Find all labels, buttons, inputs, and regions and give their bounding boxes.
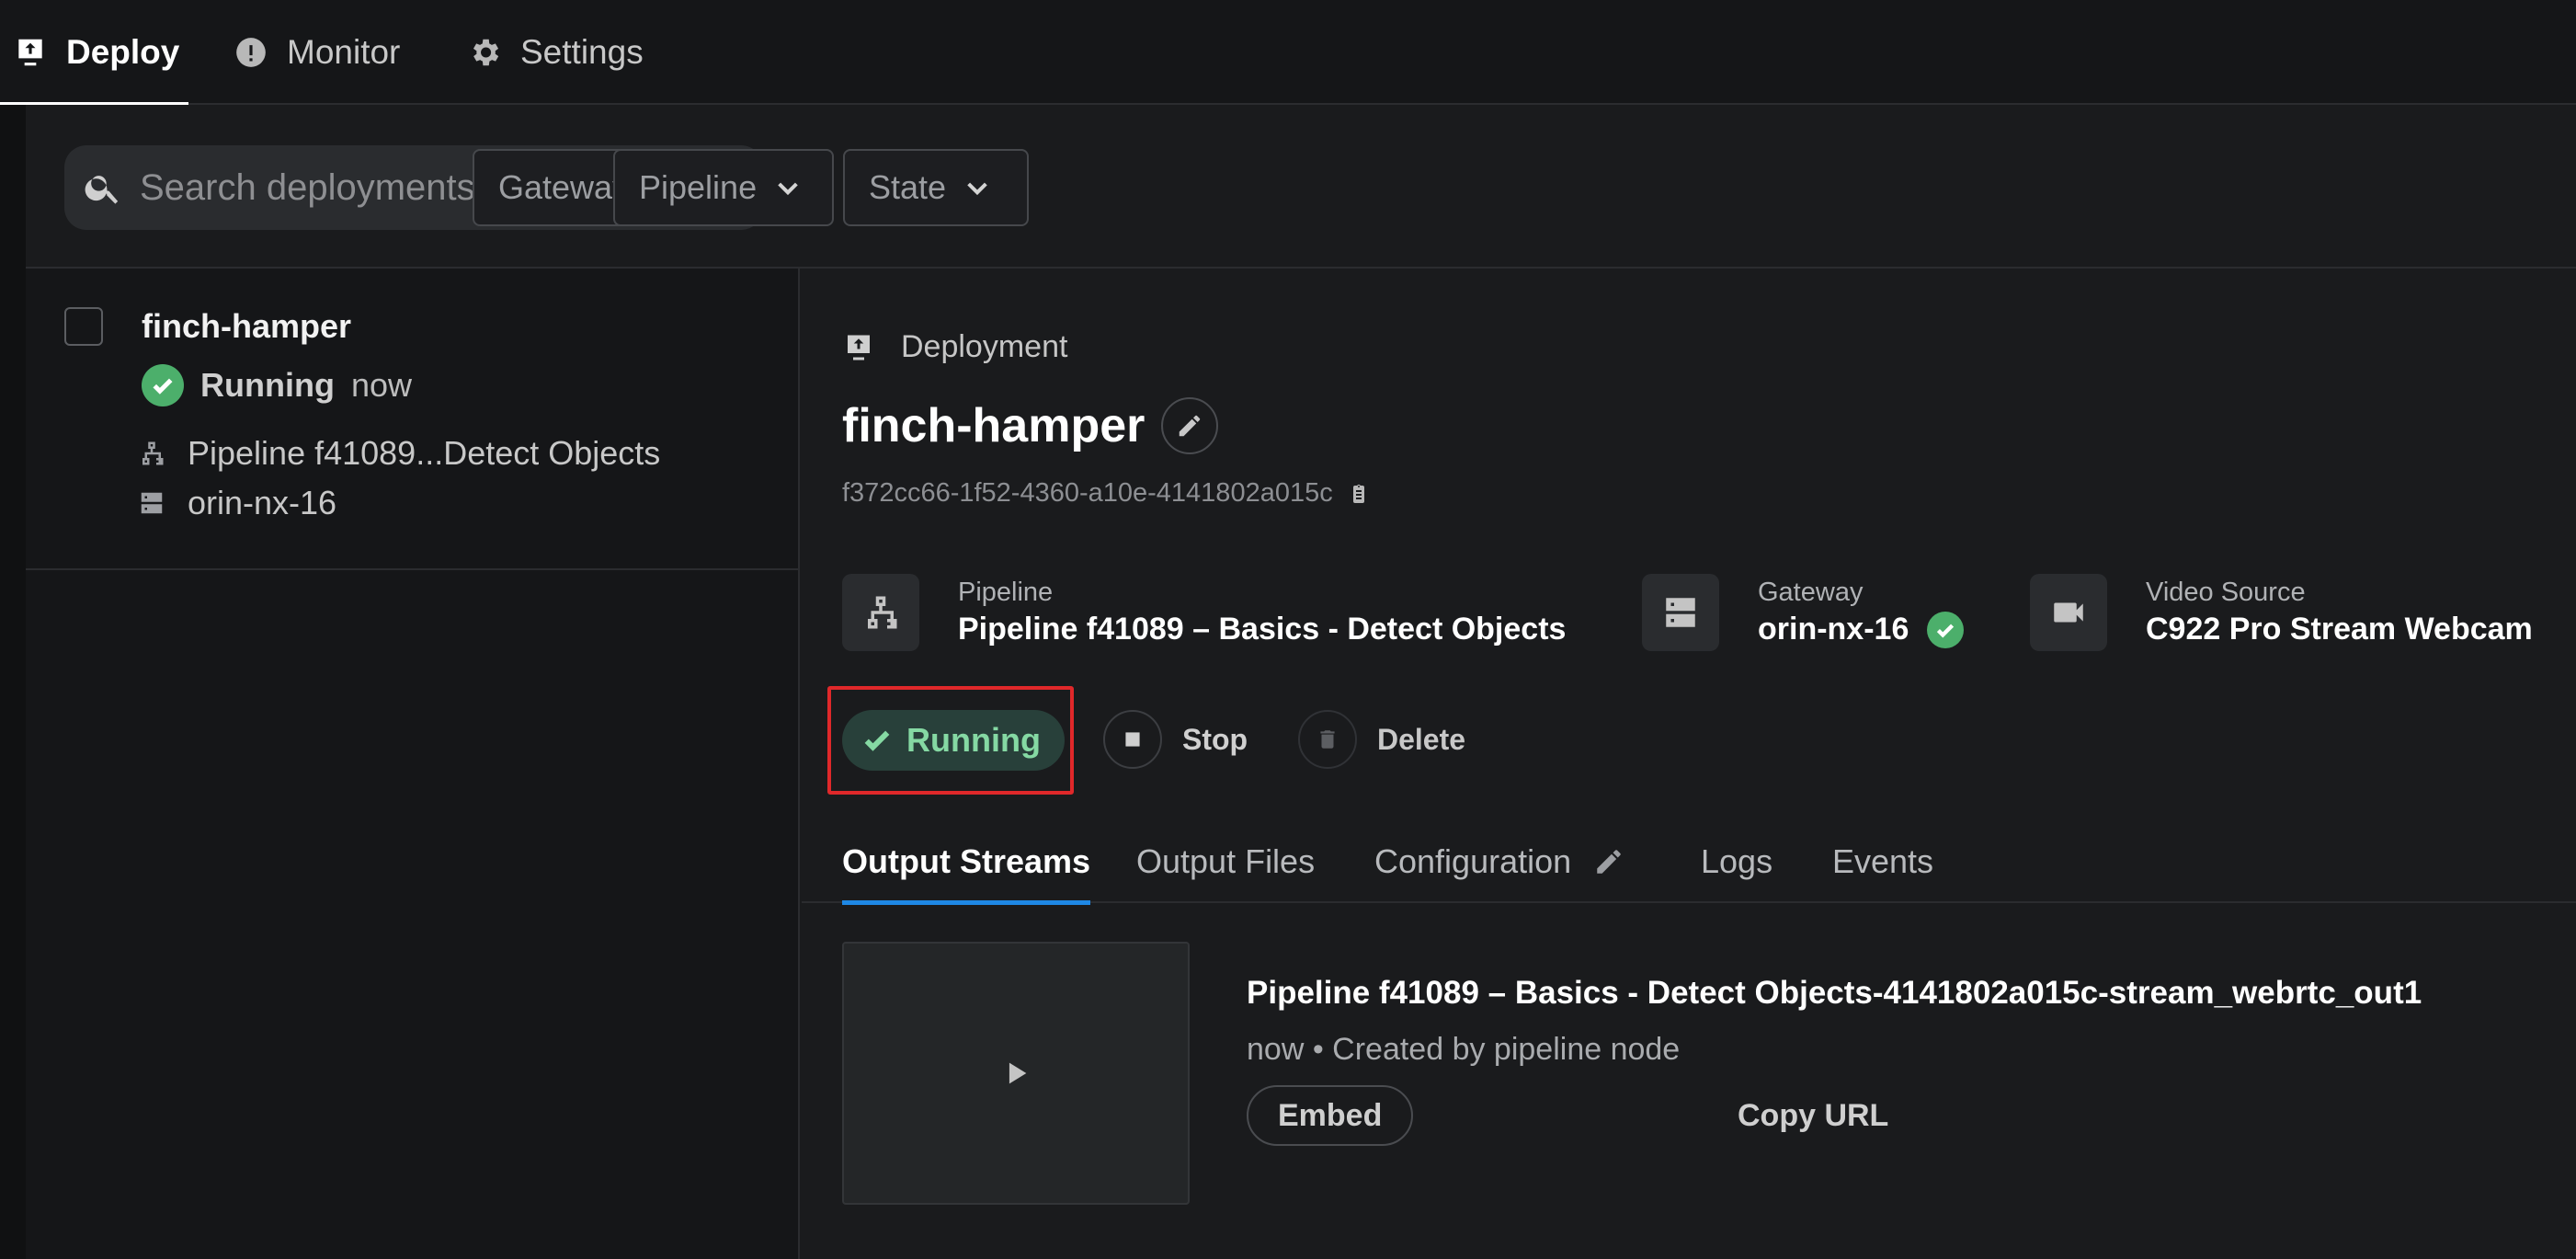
detail-tabs: Output Streams Output Files Configuratio… xyxy=(802,820,2576,905)
trash-icon xyxy=(1298,710,1357,769)
status-text: Running xyxy=(200,366,335,404)
chevron-down-icon xyxy=(967,182,987,196)
top-navigation: Deploy Monitor Settings xyxy=(0,0,2576,107)
status-badge-text: Running xyxy=(906,721,1041,759)
check-circle-icon xyxy=(142,364,184,406)
edit-name-button[interactable] xyxy=(1161,397,1219,454)
chevron-down-icon xyxy=(778,182,798,196)
gateway-value-row: orin-nx-16 xyxy=(1758,611,1965,648)
list-item[interactable]: finch-hamper Running now Pipeline f41089… xyxy=(26,269,800,570)
video-camera-icon xyxy=(2054,602,2083,623)
video-source-value: C922 Pro Stream Webcam xyxy=(2146,612,2533,647)
gateway-text: Gateway orin-nx-16 xyxy=(1758,577,1965,648)
nav-tab-label: Settings xyxy=(520,33,644,71)
gateway-info[interactable]: Gateway orin-nx-16 xyxy=(1642,574,1965,651)
tab-logs[interactable]: Logs xyxy=(1701,820,1772,903)
nav-tab-deploy[interactable]: Deploy xyxy=(0,0,189,107)
pipeline-filter-dropdown[interactable]: Pipeline xyxy=(613,149,834,226)
tab-output-streams[interactable]: Output Streams xyxy=(842,820,1091,905)
tab-events[interactable]: Events xyxy=(1832,820,1933,903)
video-source-label: Video Source xyxy=(2146,578,2306,607)
video-source-info[interactable]: Video Source C922 Pro Stream Webcam xyxy=(2030,574,2533,651)
search-icon xyxy=(85,176,119,204)
tab-label: Output Streams xyxy=(842,842,1091,880)
pipeline-filter-label: Pipeline xyxy=(639,168,758,206)
breadcrumb: Deployment xyxy=(842,329,1067,365)
pipeline-icon xyxy=(868,596,897,629)
stream-subtitle: now • Created by pipeline node xyxy=(1247,1032,1681,1067)
camera-icon-box xyxy=(2030,574,2107,651)
delete-label: Delete xyxy=(1377,722,1466,756)
gateway-name: orin-nx-16 xyxy=(188,484,337,521)
delete-button[interactable]: Delete xyxy=(1298,710,1465,769)
nav-tab-monitor[interactable]: Monitor xyxy=(234,0,400,105)
tab-label: Logs xyxy=(1701,842,1773,880)
copy-url-button[interactable]: Copy URL xyxy=(1738,1085,1888,1146)
pencil-icon xyxy=(1597,850,1621,874)
pipeline-label: Pipeline xyxy=(958,578,1054,607)
gateway-label: Gateway xyxy=(1758,577,1864,607)
copy-clipboard-icon[interactable] xyxy=(1348,483,1370,505)
pipeline-value: Pipeline f41089 – Basics - Detect Object… xyxy=(958,612,1567,647)
deployment-status: Running now xyxy=(142,364,412,406)
gear-icon xyxy=(473,39,499,66)
deployment-detail: Deployment finch-hamper f372cc66-1f52-43… xyxy=(802,269,2576,1259)
filter-bar: Gateway Pipeline State xyxy=(26,105,2576,269)
state-filter-dropdown[interactable]: State xyxy=(843,149,1029,226)
stop-icon xyxy=(1103,710,1162,769)
gateway-value: orin-nx-16 xyxy=(1758,612,1909,647)
page-title: finch-hamper xyxy=(842,397,1219,454)
pipeline-text: Pipeline Pipeline f41089 – Basics - Dete… xyxy=(958,578,1566,647)
left-edge-strip xyxy=(0,105,26,1259)
stream-title: Pipeline f41089 – Basics - Detect Object… xyxy=(1247,975,2422,1011)
deployment-list: finch-hamper Running now Pipeline f41089… xyxy=(26,269,800,1259)
state-filter-label: State xyxy=(869,168,947,206)
play-icon xyxy=(1009,1062,1027,1084)
deployment-id-text: f372cc66-1f52-4360-a10e-4141802a015c xyxy=(842,478,1333,508)
check-icon xyxy=(864,730,890,751)
gateway-filter-label: Gateway xyxy=(498,168,630,206)
server-icon xyxy=(141,492,163,514)
status-time: now xyxy=(350,366,412,404)
stop-label: Stop xyxy=(1182,722,1248,756)
pipeline-info[interactable]: Pipeline Pipeline f41089 – Basics - Dete… xyxy=(842,574,1566,651)
pipeline-icon xyxy=(142,441,164,465)
check-circle-icon xyxy=(1927,611,1965,648)
pipeline-name: Pipeline f41089...Detect Objects xyxy=(188,434,661,472)
stream-preview[interactable] xyxy=(842,942,1190,1205)
nav-tab-label: Monitor xyxy=(287,33,401,71)
gateway-meta: orin-nx-16 xyxy=(138,484,336,522)
tab-label: Output Files xyxy=(1136,842,1316,880)
nav-tab-settings[interactable]: Settings xyxy=(467,0,644,105)
select-checkbox[interactable] xyxy=(64,307,103,346)
pencil-icon xyxy=(1180,415,1201,437)
status-badge: Running xyxy=(842,710,1065,771)
stop-button[interactable]: Stop xyxy=(1103,710,1248,769)
alert-circle-icon xyxy=(236,38,266,67)
breadcrumb-label: Deployment xyxy=(901,329,1068,364)
deployment-title: finch-hamper xyxy=(842,399,1146,452)
nav-tab-label: Deploy xyxy=(66,33,180,71)
tab-output-files[interactable]: Output Files xyxy=(1136,820,1315,903)
deploy-icon xyxy=(18,39,42,66)
server-icon-box xyxy=(1642,574,1719,651)
embed-button[interactable]: Embed xyxy=(1247,1085,1414,1146)
deploy-icon xyxy=(848,335,870,360)
server-icon xyxy=(1666,598,1695,627)
deployment-id: f372cc66-1f52-4360-a10e-4141802a015c xyxy=(842,478,1370,509)
tab-configuration[interactable]: Configuration xyxy=(1374,820,1624,903)
video-source-text: Video Source C922 Pro Stream Webcam xyxy=(2146,578,2533,647)
tab-label: Configuration xyxy=(1374,842,1572,880)
pipeline-icon-box xyxy=(842,574,919,651)
deployment-name: finch-hamper xyxy=(142,307,352,345)
tab-label: Events xyxy=(1832,842,1934,880)
pipeline-meta: Pipeline f41089...Detect Objects xyxy=(138,434,660,473)
